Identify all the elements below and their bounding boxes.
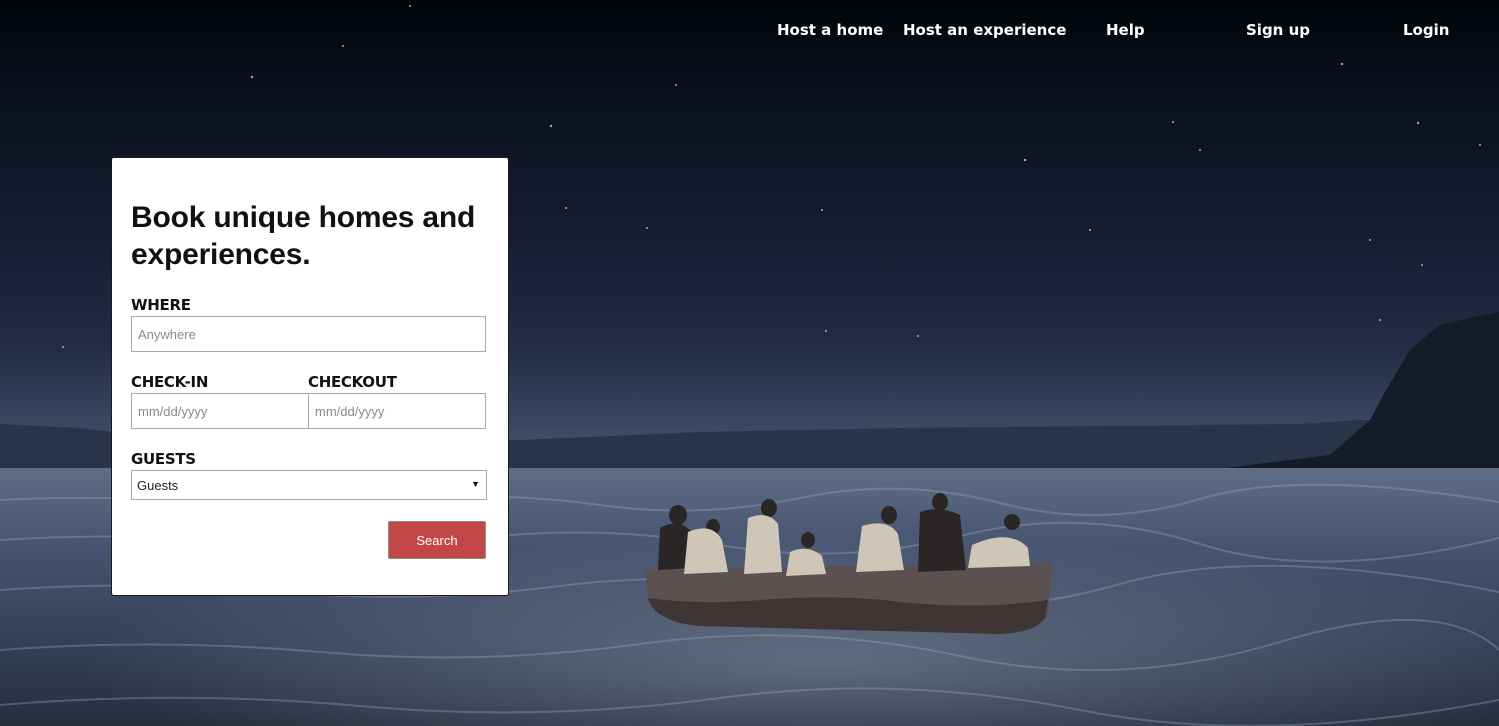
checkout-date-input[interactable] <box>308 393 486 429</box>
top-navigation: Host a home Host an experience Help Sign… <box>0 0 1499 62</box>
nav-help-link[interactable]: Help <box>1106 21 1145 39</box>
where-input[interactable] <box>131 316 486 352</box>
nav-host-an-experience-link[interactable]: Host an experience <box>903 21 1066 39</box>
booking-title: Book unique homes and experiences. <box>131 201 476 271</box>
guests-label: GUESTS <box>131 450 196 468</box>
search-button[interactable]: Search <box>388 521 486 559</box>
nav-host-a-home-link[interactable]: Host a home <box>777 21 883 39</box>
where-label: WHERE <box>131 296 191 314</box>
nav-login-link[interactable]: Login <box>1403 21 1449 39</box>
nav-sign-up-link[interactable]: Sign up <box>1246 21 1310 39</box>
checkin-date-input[interactable] <box>131 393 309 429</box>
guests-selected-value: Guests <box>137 477 179 493</box>
guests-select[interactable]: Guests ▼ <box>131 470 487 500</box>
booking-card: Book unique homes and experiences. WHERE… <box>111 157 509 596</box>
dropdown-arrow-icon: ▼ <box>471 479 480 489</box>
checkout-label: CHECKOUT <box>308 373 397 391</box>
checkin-label: CHECK-IN <box>131 373 209 391</box>
